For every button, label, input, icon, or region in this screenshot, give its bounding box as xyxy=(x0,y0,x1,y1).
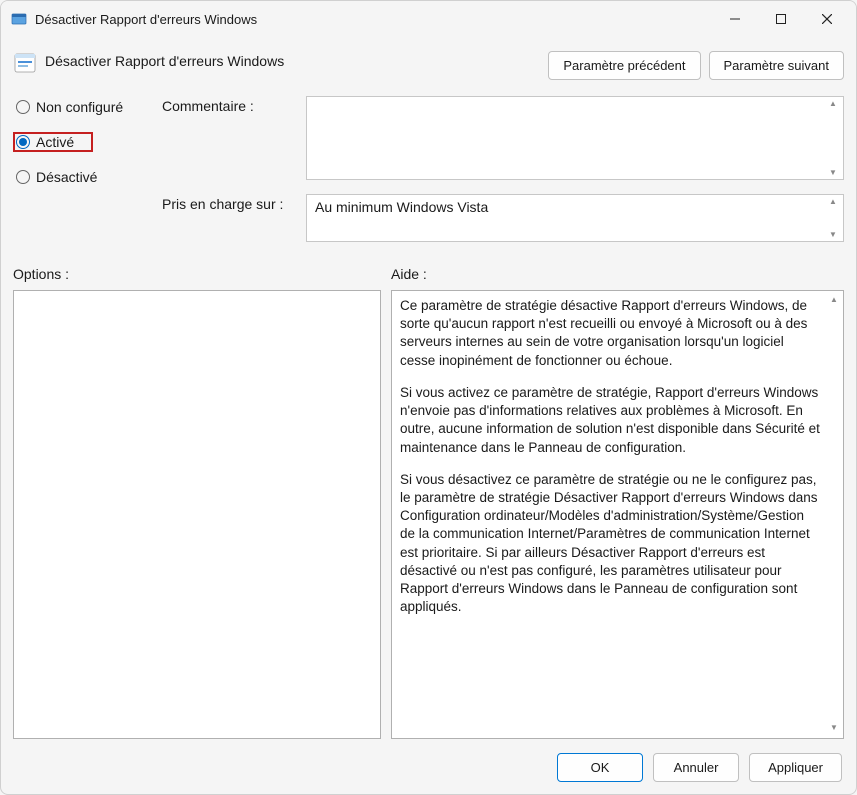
radio-label: Désactivé xyxy=(36,169,97,185)
minimize-button[interactable] xyxy=(712,4,758,34)
state-radio-group: Non configuré Activé Désactivé xyxy=(13,96,158,186)
help-paragraph: Ce paramètre de stratégie désactive Rapp… xyxy=(400,297,821,370)
scroll-up-icon[interactable]: ▲ xyxy=(829,197,837,206)
previous-setting-button[interactable]: Paramètre précédent xyxy=(548,51,700,80)
dialog-footer: OK Annuler Appliquer xyxy=(13,739,844,784)
ok-button[interactable]: OK xyxy=(557,753,643,782)
radio-not-configured[interactable]: Non configuré xyxy=(13,98,158,116)
help-label: Aide : xyxy=(391,266,427,282)
radio-enabled[interactable]: Activé xyxy=(13,132,93,152)
comment-label: Commentaire : xyxy=(162,96,302,186)
header-row: Désactiver Rapport d'erreurs Windows Par… xyxy=(13,45,844,96)
window-title: Désactiver Rapport d'erreurs Windows xyxy=(35,12,257,27)
radio-icon xyxy=(16,135,30,149)
maximize-button[interactable] xyxy=(758,4,804,34)
radio-label: Activé xyxy=(36,134,74,150)
close-button[interactable] xyxy=(804,4,850,34)
titlebar: Désactiver Rapport d'erreurs Windows xyxy=(1,1,856,37)
window-controls xyxy=(712,4,850,34)
apply-button[interactable]: Appliquer xyxy=(749,753,842,782)
radio-disabled[interactable]: Désactivé xyxy=(13,168,158,186)
supported-on-box: Au minimum Windows Vista ▲ ▼ xyxy=(306,194,844,242)
policy-icon xyxy=(13,51,37,75)
policy-editor-window: Désactiver Rapport d'erreurs Windows xyxy=(0,0,857,795)
cancel-button[interactable]: Annuler xyxy=(653,753,739,782)
options-label: Options : xyxy=(13,266,391,282)
scroll-down-icon[interactable]: ▼ xyxy=(829,168,837,177)
comment-textarea[interactable]: ▲ ▼ xyxy=(306,96,844,180)
policy-title: Désactiver Rapport d'erreurs Windows xyxy=(45,51,548,69)
help-panel: Ce paramètre de stratégie désactive Rapp… xyxy=(391,290,844,739)
scroll-down-icon[interactable]: ▼ xyxy=(829,230,837,239)
next-setting-button[interactable]: Paramètre suivant xyxy=(709,51,845,80)
scroll-up-icon[interactable]: ▲ xyxy=(829,99,837,108)
supported-on-label: Pris en charge sur : xyxy=(162,194,302,242)
help-paragraph: Si vous activez ce paramètre de stratégi… xyxy=(400,384,821,457)
radio-icon xyxy=(16,170,30,184)
help-scrollbar[interactable]: ▲ ▼ xyxy=(827,295,841,734)
options-panel xyxy=(13,290,381,739)
radio-label: Non configuré xyxy=(36,99,123,115)
app-icon xyxy=(11,11,27,27)
radio-icon xyxy=(16,100,30,114)
help-paragraph: Si vous désactivez ce paramètre de strat… xyxy=(400,471,821,617)
supported-on-text: Au minimum Windows Vista xyxy=(315,199,488,215)
scroll-down-icon[interactable]: ▼ xyxy=(830,723,838,734)
scroll-up-icon[interactable]: ▲ xyxy=(830,295,838,306)
